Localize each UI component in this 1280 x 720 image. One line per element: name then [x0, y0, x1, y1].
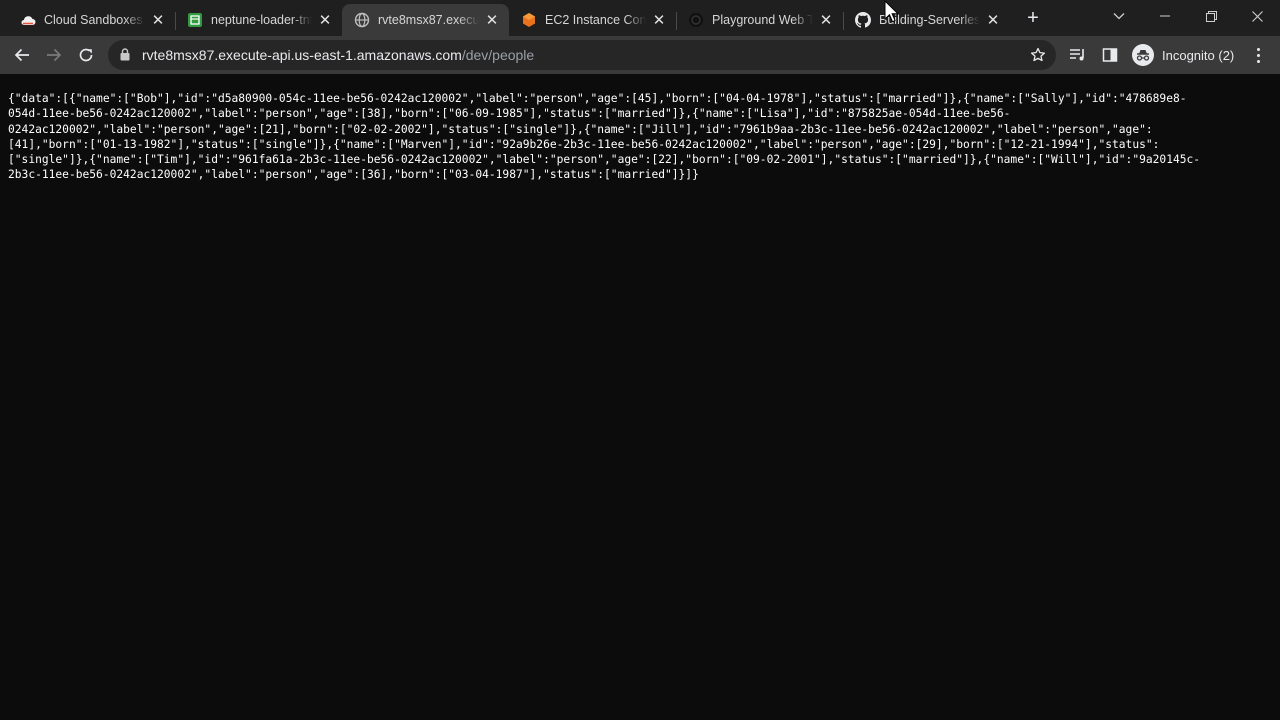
close-icon[interactable]: ✕	[650, 11, 668, 29]
tab-search-chevron-down-icon[interactable]	[1096, 0, 1142, 32]
browser-toolbar: rvte8msx87.execute-api.us-east-1.amazona…	[0, 36, 1280, 74]
lock-icon[interactable]	[120, 48, 130, 66]
forward-button[interactable]	[38, 39, 70, 71]
tab-title: EC2 Instance Conne	[545, 13, 646, 27]
incognito-icon	[1132, 44, 1154, 66]
close-window-button[interactable]	[1234, 0, 1280, 32]
back-button[interactable]	[6, 39, 38, 71]
json-line: [41],"born":["01-13-1982"],"status":["si…	[8, 137, 1160, 151]
url-path: /dev/people	[461, 47, 535, 63]
close-icon[interactable]: ✕	[149, 11, 167, 29]
incognito-profile-button[interactable]: Incognito (2)	[1128, 42, 1238, 68]
reload-icon	[79, 48, 93, 62]
tab-neptune-loader[interactable]: neptune-loader-tnt ✕	[175, 4, 342, 36]
tab-ec2-instance-connect[interactable]: EC2 Instance Conne ✕	[509, 4, 677, 36]
tab-title: Playground Web Te	[712, 13, 813, 27]
cloud-icon	[20, 12, 36, 28]
arrow-left-icon	[14, 48, 29, 62]
url-text[interactable]: rvte8msx87.execute-api.us-east-1.amazona…	[142, 47, 534, 63]
playground-icon	[688, 12, 704, 28]
bookmark-star-icon[interactable]	[1028, 45, 1048, 65]
profile-label: Incognito (2)	[1162, 47, 1235, 63]
tab-cloud-sandboxes[interactable]: Cloud Sandboxes - ✕	[8, 4, 176, 36]
restore-button[interactable]	[1188, 0, 1234, 32]
json-line: ["single"]},{"name":["Tim"],"id":"961fa6…	[8, 153, 1201, 167]
reload-button[interactable]	[70, 39, 102, 71]
aws-ec2-icon	[521, 12, 537, 28]
json-line: 054d-11ee-be56-0242ac120002","label":"pe…	[8, 107, 1011, 121]
globe-icon	[354, 12, 370, 28]
mouse-cursor-icon	[884, 0, 900, 29]
tab-title: neptune-loader-tnt	[211, 13, 312, 27]
json-line: 2b3c-11ee-be56-0242ac120002","label":"pe…	[8, 168, 699, 182]
json-line: {"data":[{"name":["Bob"],"id":"d5a80900-…	[8, 92, 1187, 105]
tab-playground[interactable]: Playground Web Te ✕	[676, 4, 844, 36]
close-icon[interactable]: ✕	[316, 11, 334, 29]
close-icon[interactable]: ✕	[817, 11, 835, 29]
tab-title: Cloud Sandboxes -	[44, 13, 145, 27]
notebook-icon	[187, 12, 203, 28]
tab-api-gateway[interactable]: rvte8msx87.execute ✕	[342, 4, 509, 36]
close-icon[interactable]: ✕	[984, 11, 1002, 29]
media-queue-icon[interactable]	[1062, 39, 1094, 71]
json-line: 0242ac120002","label":"person","age":[21…	[8, 122, 1153, 136]
address-bar[interactable]: rvte8msx87.execute-api.us-east-1.amazona…	[108, 40, 1056, 70]
json-response-body: {"data":[{"name":["Bob"],"id":"d5a80900-…	[8, 91, 1274, 183]
url-host: rvte8msx87.execute-api.us-east-1.amazona…	[142, 47, 462, 63]
github-icon	[855, 12, 871, 28]
minimize-button[interactable]	[1142, 0, 1188, 32]
tab-github-building-serverless[interactable]: Building-Serverless ✕	[843, 4, 1010, 36]
more-menu-icon[interactable]	[1250, 42, 1266, 68]
new-tab-button[interactable]: +	[1021, 6, 1045, 30]
side-panel-icon[interactable]	[1094, 39, 1126, 71]
close-icon[interactable]: ✕	[483, 11, 501, 29]
tab-title: rvte8msx87.execute	[378, 13, 479, 27]
arrow-right-icon	[47, 48, 62, 62]
tab-strip: Cloud Sandboxes - ✕ neptune-loader-tnt ✕…	[0, 0, 1280, 36]
